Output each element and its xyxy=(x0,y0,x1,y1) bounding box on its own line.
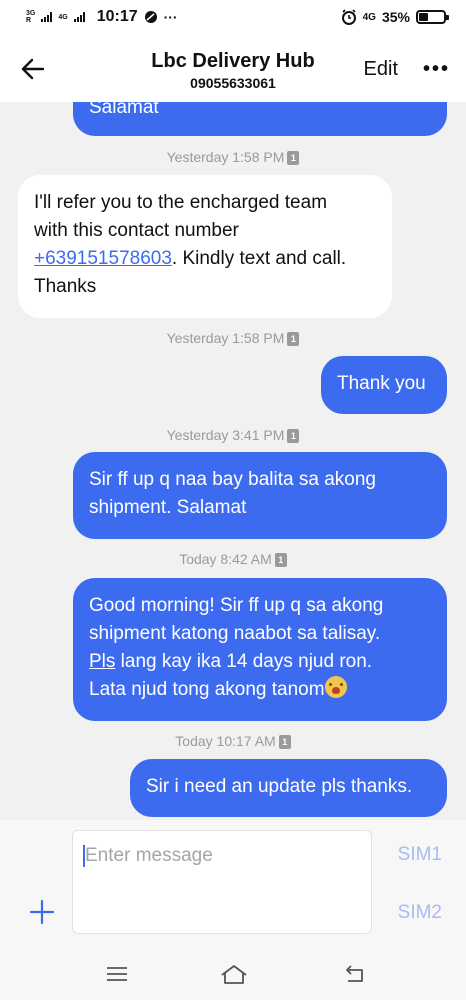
message-bubble-outgoing[interactable]: Sir ff up q naa bay balita sa akong ship… xyxy=(73,452,447,539)
send-sim2-button[interactable]: SIM2 xyxy=(398,902,442,924)
home-icon[interactable] xyxy=(219,962,249,986)
message-bubble-outgoing[interactable]: Thank you xyxy=(321,356,447,414)
battery-icon xyxy=(416,10,449,24)
battery-percent: 35% xyxy=(381,9,410,25)
send-sim1-button[interactable]: SIM1 xyxy=(398,844,442,866)
more-options-icon[interactable]: ••• xyxy=(423,58,450,81)
message-timestamp: Today 8:42 AM 1 xyxy=(0,551,466,567)
leaf-icon xyxy=(144,11,157,23)
message-composer: Enter message SIM1 SIM2 xyxy=(0,820,466,950)
message-bubble-outgoing[interactable]: Salamat xyxy=(73,102,447,136)
message-timestamp: Yesterday 1:58 PM 1 xyxy=(0,330,466,346)
edit-button[interactable]: Edit xyxy=(364,58,398,81)
battery-level xyxy=(419,13,429,21)
crying-face-emoji-icon xyxy=(324,676,347,698)
overflow-indicator: ··· xyxy=(163,9,178,25)
signal-2-icon xyxy=(73,12,85,22)
signal-1-icon xyxy=(41,12,53,22)
message-input-placeholder: Enter message xyxy=(85,845,213,866)
message-timestamp: Yesterday 3:41 PM 1 xyxy=(0,427,466,443)
message-timestamp: Yesterday 1:58 PM 1 xyxy=(0,149,466,165)
network-4g-indicator: 4G xyxy=(58,13,68,21)
sim-badge-icon: 1 xyxy=(287,429,300,443)
sim-badge-icon: 1 xyxy=(274,553,287,567)
sim-badge-icon: 1 xyxy=(287,151,300,165)
network-type-4g: 4G xyxy=(362,11,376,23)
message-bubble-incoming[interactable]: I'll refer you to the encharged team wit… xyxy=(18,175,392,318)
message-bubble-outgoing[interactable]: Good morning! Sir ff up q sa akong shipm… xyxy=(73,578,447,721)
status-time: 10:17 xyxy=(96,8,138,25)
sim-badge-icon: 1 xyxy=(278,735,291,749)
message-timestamp: Today 10:17 AM 1 xyxy=(0,733,466,749)
conversation-header: Lbc Delivery Hub 09055633061 Edit ••• xyxy=(0,38,466,102)
status-bar: 3G R 4G 10:17 ··· 4G 35% xyxy=(0,0,466,38)
menu-icon[interactable] xyxy=(104,962,130,986)
alarm-icon xyxy=(341,9,356,25)
back-nav-icon[interactable] xyxy=(342,962,368,986)
message-input[interactable]: Enter message xyxy=(72,830,372,934)
phone-link[interactable]: +639151578603 xyxy=(34,248,172,269)
message-thread[interactable]: Salamat Yesterday 1:58 PM 1 I'll refer yo… xyxy=(0,102,466,820)
network-3g-indicator: 3G R xyxy=(26,10,36,24)
system-navigation-bar xyxy=(0,950,466,1000)
add-attachment-icon[interactable] xyxy=(28,898,56,926)
sim-badge-icon: 1 xyxy=(287,332,300,346)
message-bubble-outgoing[interactable]: Sir i need an update pls thanks. xyxy=(130,759,447,817)
